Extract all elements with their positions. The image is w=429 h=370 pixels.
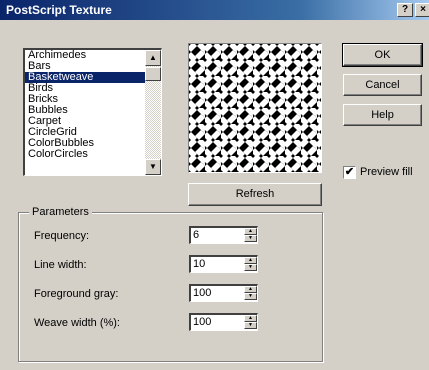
scroll-up-button[interactable]: ▲ [145,50,161,66]
down-arrow-icon: ▼ [149,162,157,171]
parameters-title: Parameters [29,206,92,218]
spin-down-icon[interactable]: ▼ [244,293,257,300]
postscript-texture-dialog: PostScript Texture ? × Archimedes Bars B… [0,0,429,370]
up-arrow-icon: ▲ [149,53,157,62]
foreground-gray-value[interactable]: 100 [193,287,211,299]
spin-up-icon[interactable]: ▲ [244,315,257,322]
weave-width-label: Weave width (%): [34,317,120,329]
texture-list[interactable]: Archimedes Bars Basketweave Birds Bricks… [23,48,162,176]
frequency-spinner[interactable]: 6 ▲ ▼ [189,226,258,244]
title-bar[interactable]: PostScript Texture ? × [0,0,429,20]
spin-down-icon[interactable]: ▼ [244,264,257,271]
close-title-button[interactable]: × [415,3,429,17]
line-width-spinner[interactable]: 10 ▲ ▼ [189,255,258,273]
list-item[interactable]: ColorCircles [25,149,145,160]
spin-up-icon[interactable]: ▲ [244,257,257,264]
dialog-title: PostScript Texture [6,3,112,17]
foreground-gray-label: Foreground gray: [34,288,119,300]
foreground-gray-spinner[interactable]: 100 ▲ ▼ [189,284,258,302]
help-button[interactable]: Help [343,104,422,126]
ok-button[interactable]: OK [342,43,423,67]
frequency-value[interactable]: 6 [193,229,199,241]
list-scrollbar[interactable]: ▲ ▼ [145,50,161,175]
spin-up-icon[interactable]: ▲ [244,228,257,235]
help-title-button[interactable]: ? [397,3,413,17]
line-width-label: Line width: [34,259,87,271]
scroll-thumb[interactable] [145,67,161,81]
texture-preview [188,43,322,173]
spin-up-icon[interactable]: ▲ [244,286,257,293]
refresh-button[interactable]: Refresh [188,183,322,206]
preview-fill-checkbox[interactable]: ✔ [343,166,356,179]
line-width-value[interactable]: 10 [193,258,205,270]
preview-fill-label[interactable]: Preview fill [360,166,413,178]
frequency-label: Frequency: [34,230,90,242]
spin-down-icon[interactable]: ▼ [244,235,257,242]
weave-width-value[interactable]: 100 [193,316,211,328]
basketweave-pattern [189,44,321,172]
parameters-group: Parameters Frequency: 6 ▲ ▼ Line width: … [18,206,323,362]
cancel-button[interactable]: Cancel [343,74,422,96]
weave-width-spinner[interactable]: 100 ▲ ▼ [189,313,258,331]
spin-down-icon[interactable]: ▼ [244,322,257,329]
scroll-down-button[interactable]: ▼ [145,159,161,175]
